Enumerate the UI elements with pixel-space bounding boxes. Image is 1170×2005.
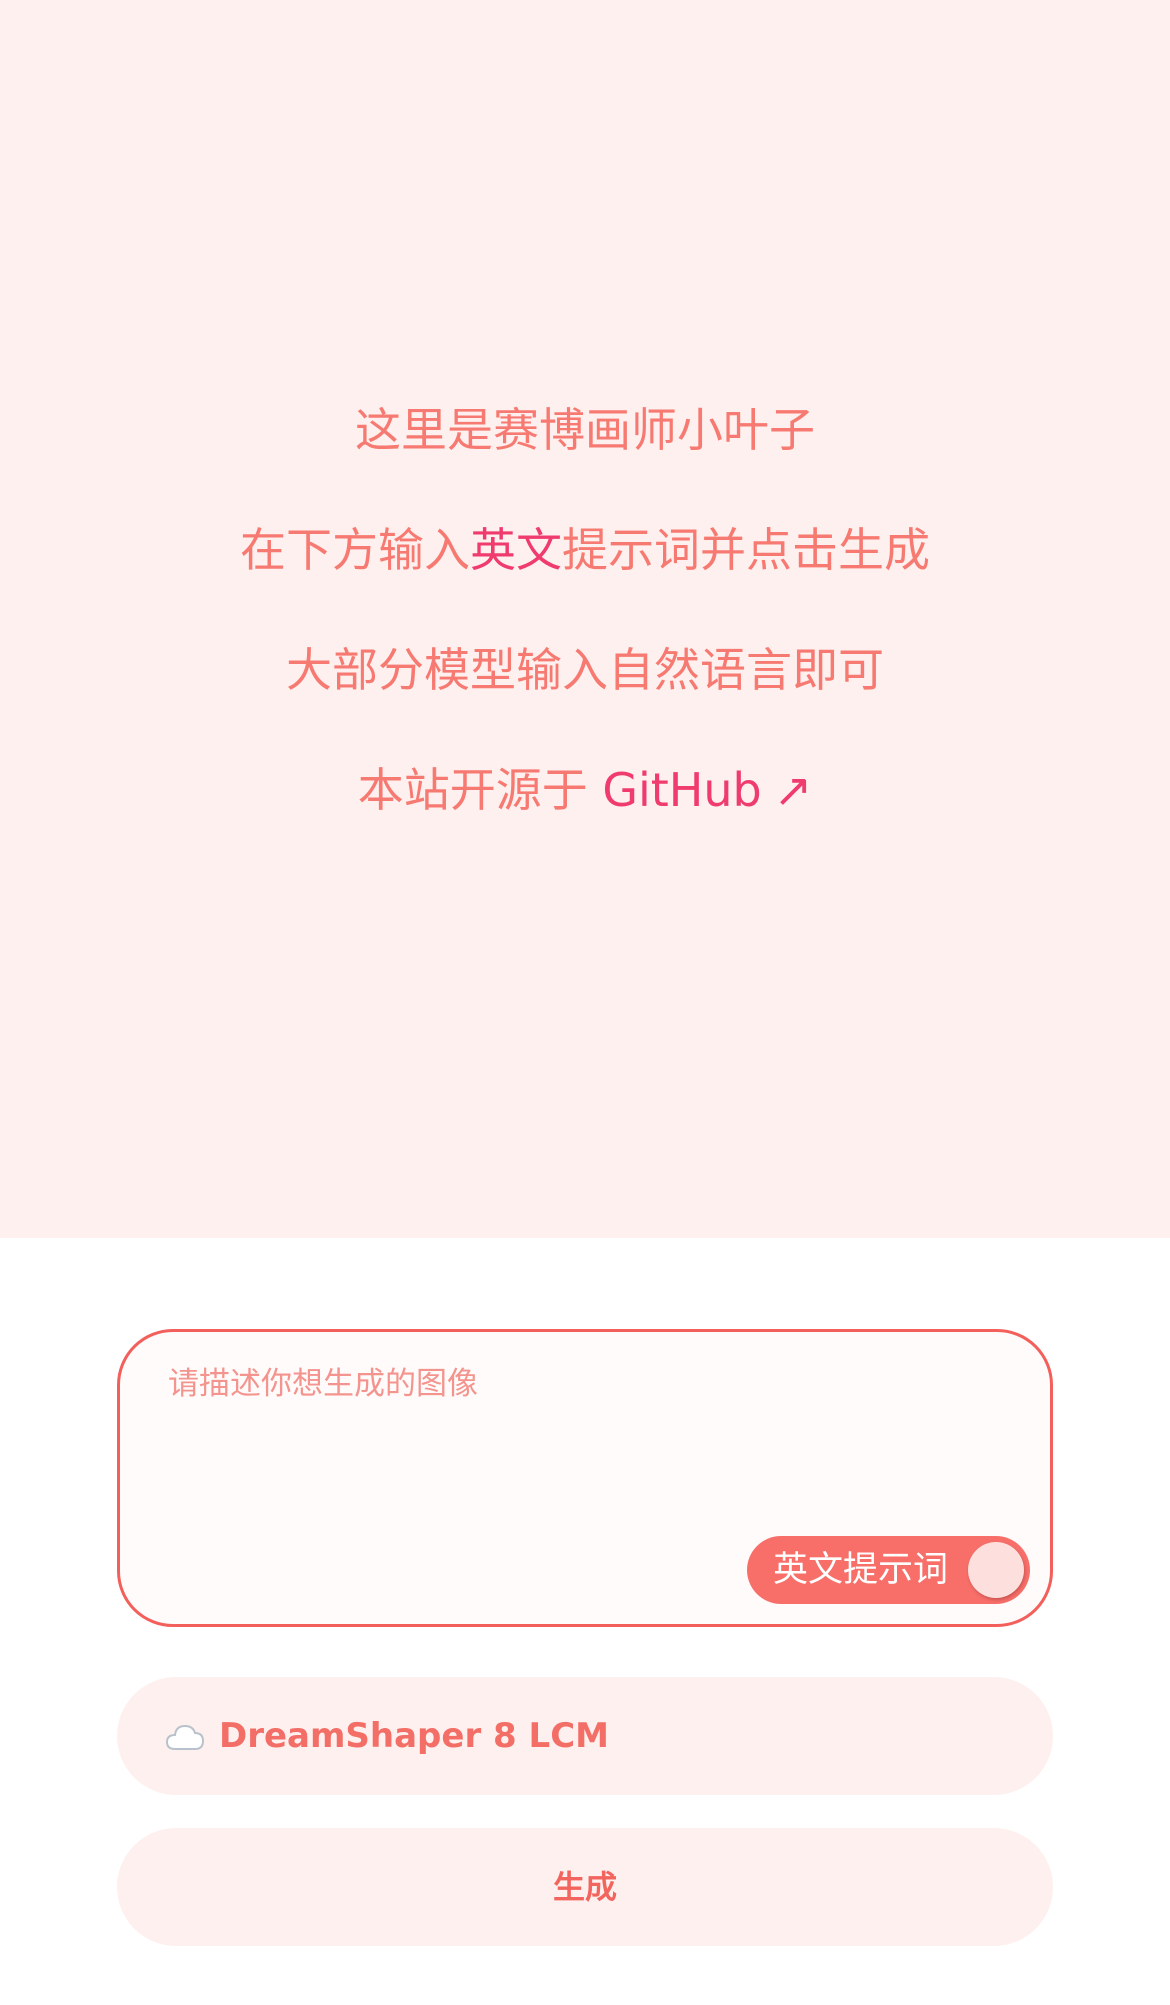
intro-line-2-before: 在下方输入 [240,523,470,577]
prompt-input[interactable] [168,1362,1008,1512]
model-select[interactable]: DreamShaper 8 LCM [117,1677,1053,1795]
generate-button-label: 生成 [552,1868,617,1906]
intro-line-2-highlight: 英文 [470,523,562,577]
intro-line-3: 大部分模型输入自然语言即可 [286,643,884,697]
github-link[interactable]: GitHub ↗ [602,763,812,817]
external-link-arrow-icon[interactable]: ↗ [774,763,813,817]
generate-button[interactable]: 生成 [117,1828,1053,1946]
intro-line-2-after: 提示词并点击生成 [562,523,930,577]
toggle-knob[interactable] [968,1542,1024,1598]
intro-hint: 大部分模型输入自然语言即可 [0,640,1170,700]
cloud-icon [165,1724,205,1750]
english-prompt-toggle-label: 英文提示词 [773,1550,949,1590]
intro-line-1: 这里是赛博画师小叶子 [355,403,815,457]
english-prompt-toggle[interactable]: 英文提示词 [747,1536,1030,1604]
intro-open-source: 本站开源于 GitHub ↗ [0,760,1170,820]
model-select-label: DreamShaper 8 LCM [219,1716,610,1756]
github-link-label[interactable]: GitHub [602,763,761,817]
intro-instruction: 在下方输入英文提示词并点击生成 [0,520,1170,580]
intro-section: 这里是赛博画师小叶子 在下方输入英文提示词并点击生成 大部分模型输入自然语言即可… [0,0,1170,1238]
intro-title: 这里是赛博画师小叶子 [0,400,1170,460]
prompt-container: 英文提示词 [117,1329,1053,1627]
intro-line-4-text: 本站开源于 [357,763,603,817]
